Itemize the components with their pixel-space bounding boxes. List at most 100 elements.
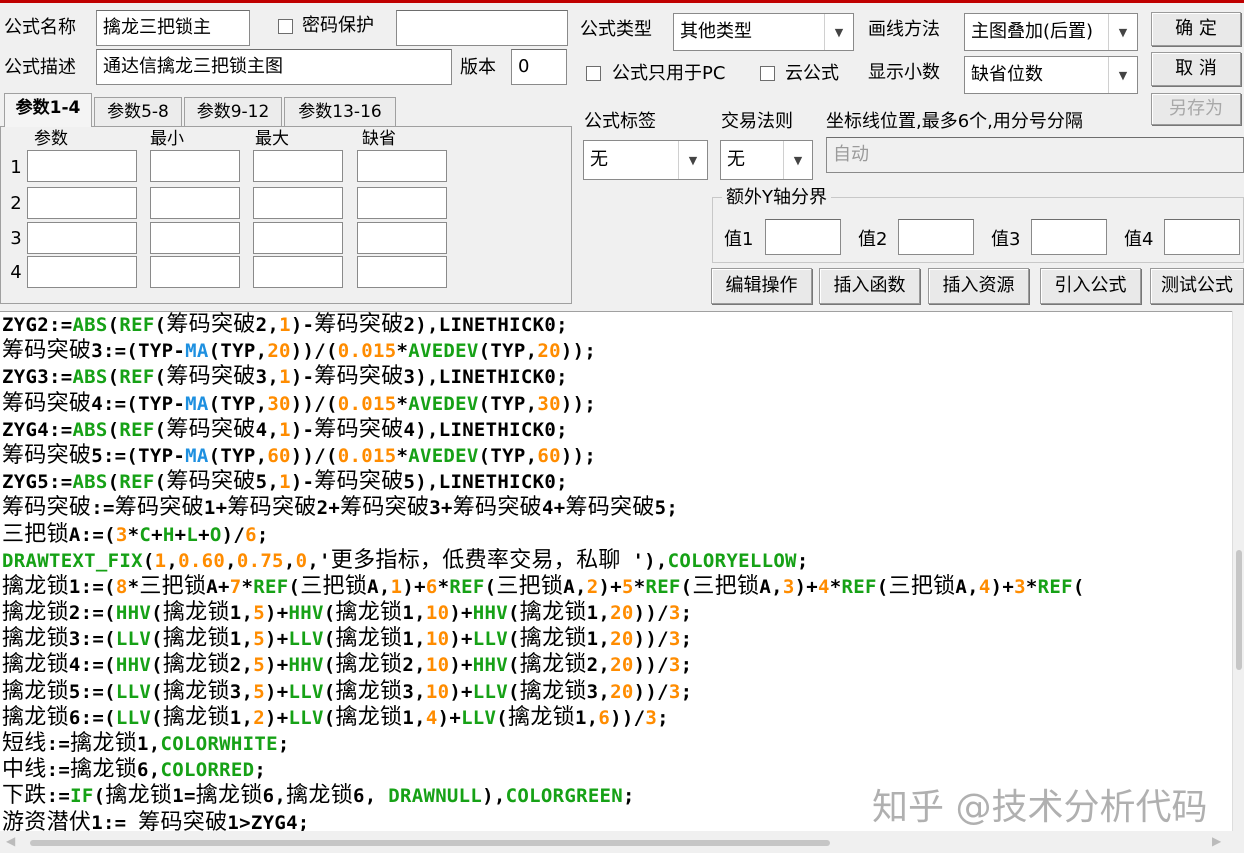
code-token: * [396, 444, 409, 467]
code-token: 3 [668, 680, 681, 703]
insert-function-button[interactable]: 插入函数 [819, 268, 920, 304]
code-line: 擒龙锁1:=(8*三把锁A+7*REF(三把锁A,1)+6*REF(三把锁A,2… [2, 574, 1085, 600]
val2-input[interactable] [898, 219, 974, 255]
param-name-input[interactable] [27, 256, 137, 288]
param-min-input[interactable] [150, 256, 240, 288]
scroll-right-icon[interactable]: ▶ [1212, 834, 1221, 848]
code-token: 擒龙锁4:=( [2, 652, 116, 678]
tab-params-9-12[interactable]: 参数9-12 [184, 97, 282, 127]
param-min-input[interactable] [150, 150, 240, 182]
import-formula-button[interactable]: 引入公式 [1040, 268, 1141, 304]
param-max-input[interactable] [253, 222, 343, 254]
code-token: )-筹码突破5),LINETHICK0; [290, 469, 568, 495]
code-token: 30 [267, 392, 291, 415]
code-token: REF [119, 418, 155, 441]
password-checkbox[interactable] [278, 19, 293, 34]
password-label: 密码保护 [302, 15, 374, 36]
param-default-input[interactable] [357, 150, 447, 182]
code-token: )); [560, 444, 597, 467]
insert-resource-button[interactable]: 插入资源 [928, 268, 1029, 304]
save-as-button[interactable]: 另存为 [1151, 93, 1241, 125]
param-min-input[interactable] [150, 222, 240, 254]
tag-select[interactable]: 无 ▼ [583, 140, 708, 180]
version-input[interactable]: 0 [511, 49, 567, 85]
vertical-scroll-thumb[interactable] [1236, 550, 1242, 670]
param-max-input[interactable] [253, 150, 343, 182]
code-line: ZYG5:=ABS(REF(筹码突破5,1)-筹码突破5),LINETHICK0… [2, 469, 1085, 495]
chevron-down-icon[interactable]: ▼ [824, 14, 853, 50]
code-token: LLV [115, 680, 152, 703]
code-token: )+ [402, 575, 426, 598]
formula-name-input[interactable]: 擒龙三把锁主 [96, 10, 250, 46]
code-token: (擒龙锁2, [151, 652, 254, 678]
code-token: * [127, 523, 140, 546]
param-name-input[interactable] [27, 222, 137, 254]
code-token: REF [449, 575, 485, 598]
formula-type-select[interactable]: 其他类型 ▼ [673, 13, 854, 51]
window-top-border [0, 0, 1244, 3]
code-line: 筹码突破:=筹码突破1+筹码突破2+筹码突破3+筹码突破4+筹码突破5; [2, 495, 1085, 521]
decimals-value: 缺省位数 [971, 64, 1043, 85]
code-token: DRAWNULL [388, 785, 483, 808]
param-default-input[interactable] [357, 222, 447, 254]
trade-rule-value: 无 [727, 149, 745, 170]
code-token: (TYP, [478, 392, 538, 415]
code-token: MA [185, 392, 209, 415]
param-default-input[interactable] [357, 187, 447, 219]
pc-only-checkbox[interactable] [586, 66, 601, 81]
code-token: LLV [288, 680, 324, 703]
code-token: COLORRED [160, 759, 255, 782]
code-line: ZYG3:=ABS(REF(筹码突破3,1)-筹码突破3),LINETHICK0… [2, 364, 1085, 390]
param-default-input[interactable] [357, 256, 447, 288]
code-token: LLV [288, 628, 324, 651]
test-formula-button[interactable]: 测试公式 [1150, 268, 1244, 304]
code-token: 20 [610, 654, 634, 677]
cloud-checkbox[interactable] [760, 66, 775, 81]
ok-button[interactable]: 确 定 [1151, 12, 1241, 46]
password-input[interactable] [396, 10, 568, 46]
code-token: 筹码突破3:=(TYP- [2, 338, 186, 364]
code-token: )); [560, 340, 597, 363]
coord-input[interactable]: 自动 [826, 137, 1244, 173]
code-token: 10 [425, 628, 450, 651]
param-name-input[interactable] [27, 150, 137, 182]
val4-input[interactable] [1164, 219, 1240, 255]
edit-ops-button[interactable]: 编辑操作 [711, 268, 812, 304]
code-token: (TYP, [478, 444, 538, 467]
trade-rule-select[interactable]: 无 ▼ [720, 140, 813, 180]
param-max-input[interactable] [253, 187, 343, 219]
code-token: REF [1037, 575, 1073, 598]
tab-params-13-16[interactable]: 参数13-16 [284, 97, 396, 127]
chevron-down-icon[interactable]: ▼ [783, 141, 812, 179]
code-token: HHV [288, 602, 324, 625]
code-token: 4 [818, 575, 830, 598]
param-row-number: 2 [10, 193, 22, 214]
tab-params-5-8[interactable]: 参数5-8 [94, 97, 182, 127]
tag-value: 无 [590, 149, 608, 170]
chevron-down-icon[interactable]: ▼ [1108, 14, 1137, 50]
code-token: 3 [668, 654, 681, 677]
code-token: (筹码突破3, [154, 364, 280, 390]
horizontal-scroll-thumb[interactable] [30, 840, 830, 846]
decimals-select[interactable]: 缺省位数 ▼ [964, 56, 1138, 94]
param-min-input[interactable] [150, 187, 240, 219]
param-name-input[interactable] [27, 187, 137, 219]
code-token: (擒龙锁1, [496, 704, 599, 730]
chevron-down-icon[interactable]: ▼ [1108, 57, 1137, 93]
formula-desc-input[interactable]: 通达信擒龙三把锁主图 [96, 49, 452, 85]
val3-input[interactable] [1031, 219, 1107, 255]
draw-method-select[interactable]: 主图叠加(后置) ▼ [964, 13, 1138, 51]
code-editor[interactable]: ZYG2:=ABS(REF(筹码突破2,1)-筹码突破2),LINETHICK0… [0, 311, 1232, 831]
code-token: * [396, 392, 409, 415]
param-max-input[interactable] [253, 256, 343, 288]
code-token: ( [107, 471, 120, 494]
code-token: 中线:=擒龙锁6, [2, 757, 161, 783]
cancel-button[interactable]: 取 消 [1151, 52, 1241, 86]
val1-input[interactable] [765, 219, 841, 255]
scroll-left-icon[interactable]: ◀ [6, 834, 15, 848]
chevron-down-icon[interactable]: ▼ [678, 141, 707, 179]
code-token: ; [254, 759, 267, 782]
code-token: O [209, 523, 222, 546]
tab-params-1-4[interactable]: 参数1-4 [4, 93, 92, 127]
param-col-max: 最大 [255, 129, 289, 149]
